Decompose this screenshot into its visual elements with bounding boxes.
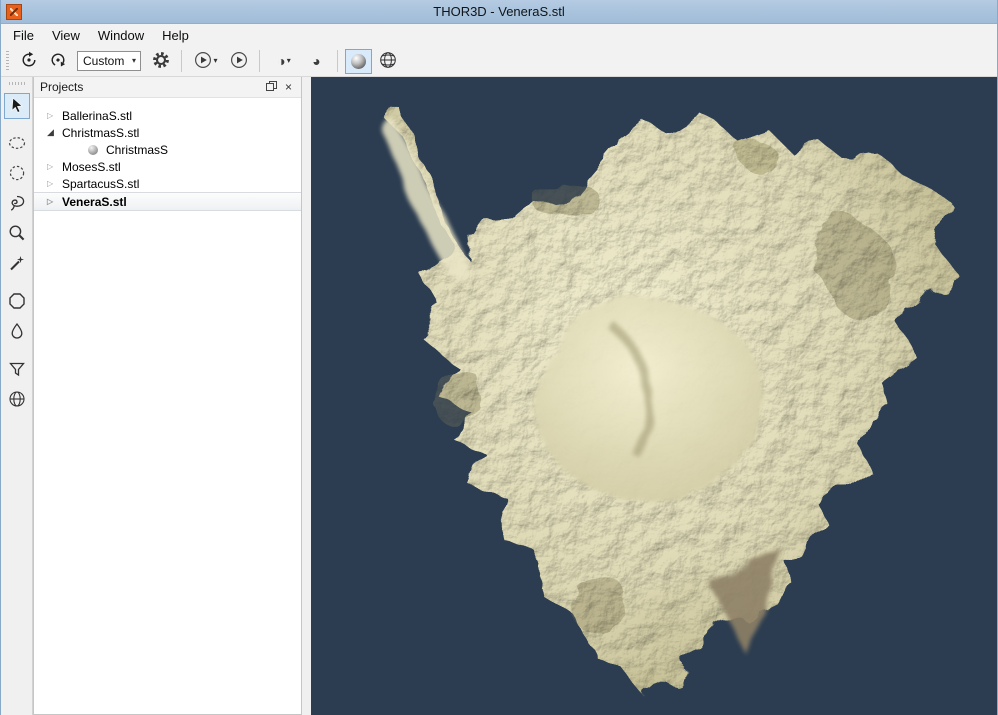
toolbar-separator bbox=[181, 50, 182, 72]
wand-icon bbox=[7, 253, 27, 276]
play-circle-icon bbox=[194, 51, 212, 72]
select-cursor-button[interactable] bbox=[4, 93, 30, 119]
viewport-3d[interactable] bbox=[311, 77, 997, 715]
projects-panel: Projects × ▷ BallerinaS.stl ◢ bbox=[33, 77, 302, 715]
chevron-down-icon: ▾ bbox=[287, 57, 291, 65]
tree-item-label: SpartacusS.stl bbox=[60, 177, 139, 191]
tree-item-label: MosesS.stl bbox=[60, 160, 121, 174]
tree-item-christmass-scan[interactable]: ChristmasS bbox=[34, 141, 301, 158]
close-icon: × bbox=[285, 80, 292, 94]
tree-item-label: BallerinaS.stl bbox=[60, 109, 132, 123]
tree-item-label: VeneraS.stl bbox=[60, 195, 127, 209]
droplet-icon bbox=[7, 321, 27, 344]
menu-window[interactable]: Window bbox=[89, 26, 153, 45]
venera-model bbox=[311, 77, 997, 715]
toolbar-separator bbox=[337, 50, 338, 72]
expand-arrow-icon[interactable]: ▷ bbox=[47, 162, 60, 171]
main-toolbar: Custom ▾ ▾ ◑ ▾ ◕ bbox=[1, 46, 997, 77]
toolbar-grip[interactable] bbox=[6, 51, 9, 71]
side-toolbar-grip[interactable] bbox=[9, 82, 25, 85]
lasso-icon bbox=[7, 193, 27, 216]
chevron-down-icon: ▾ bbox=[128, 57, 140, 65]
ellipse-selection-button[interactable] bbox=[4, 131, 30, 157]
ellipse-select-icon bbox=[7, 133, 27, 156]
tree-item-ballerinas[interactable]: ▷ BallerinaS.stl bbox=[34, 107, 301, 124]
expand-arrow-icon[interactable]: ▷ bbox=[47, 179, 60, 188]
zoom-button[interactable] bbox=[4, 221, 30, 247]
circle-selection-button[interactable] bbox=[4, 161, 30, 187]
play-circle-icon bbox=[230, 51, 248, 72]
tree-item-spartacuss[interactable]: ▷ SpartacusS.stl bbox=[34, 175, 301, 192]
view-preset-value: Custom bbox=[83, 54, 124, 68]
magnifier-icon bbox=[7, 223, 27, 246]
toolbar-separator bbox=[259, 50, 260, 72]
globe-button[interactable] bbox=[4, 387, 30, 413]
tree-item-label: ChristmasS bbox=[104, 143, 168, 157]
panel-splitter[interactable] bbox=[302, 77, 311, 715]
wireframe-shading-button[interactable] bbox=[374, 49, 401, 74]
projects-panel-header[interactable]: Projects × bbox=[34, 77, 301, 98]
three-quarter-circle-icon: ◕ bbox=[312, 54, 320, 68]
tree-item-mosess[interactable]: ▷ MosesS.stl bbox=[34, 158, 301, 175]
view-preset-dropdown[interactable]: Custom ▾ bbox=[77, 51, 141, 71]
render-mode-button[interactable]: ◕ bbox=[303, 49, 330, 74]
float-panel-button[interactable] bbox=[263, 80, 280, 95]
half-circle-icon: ◑ bbox=[277, 54, 285, 68]
menu-help[interactable]: Help bbox=[153, 26, 198, 45]
menu-view[interactable]: View bbox=[43, 26, 89, 45]
chevron-down-icon: ▾ bbox=[213, 57, 217, 65]
funnel-icon bbox=[7, 359, 27, 382]
wireframe-globe-icon bbox=[379, 51, 397, 72]
window-title: THOR3D - VeneraS.stl bbox=[1, 4, 997, 19]
circle-select-icon bbox=[7, 163, 27, 186]
solid-shading-button[interactable] bbox=[345, 49, 372, 74]
menu-bar: File View Window Help bbox=[1, 24, 997, 46]
rotate-ccw-icon bbox=[20, 51, 38, 72]
expand-arrow-icon[interactable]: ▷ bbox=[47, 197, 60, 206]
rotate-down-icon bbox=[49, 51, 67, 72]
side-toolbar bbox=[1, 77, 33, 715]
settings-button[interactable] bbox=[147, 49, 174, 74]
projects-panel-title: Projects bbox=[40, 80, 83, 94]
scan-sphere-icon bbox=[88, 145, 98, 155]
title-bar: THOR3D - VeneraS.stl bbox=[1, 0, 997, 24]
collapse-arrow-icon[interactable]: ◢ bbox=[47, 127, 60, 138]
play-button[interactable] bbox=[225, 49, 252, 74]
shaded-sphere-icon bbox=[351, 54, 366, 69]
globe-icon bbox=[7, 389, 27, 412]
app-window: THOR3D - VeneraS.stl File View Window He… bbox=[0, 0, 998, 715]
play-options-button[interactable]: ▾ bbox=[189, 49, 223, 74]
main-area: Projects × ▷ BallerinaS.stl ◢ bbox=[1, 77, 997, 715]
render-mode-options-button[interactable]: ◑ ▾ bbox=[267, 49, 301, 74]
rotate-view-down-button[interactable] bbox=[44, 49, 71, 74]
tree-item-veneras[interactable]: ▷ VeneraS.stl bbox=[34, 192, 301, 211]
menu-file[interactable]: File bbox=[4, 26, 43, 45]
funnel-filter-button[interactable] bbox=[4, 357, 30, 383]
expand-arrow-icon[interactable]: ▷ bbox=[47, 111, 60, 120]
gear-icon bbox=[152, 51, 170, 72]
droplet-button[interactable] bbox=[4, 319, 30, 345]
tree-item-christmass[interactable]: ◢ ChristmasS.stl bbox=[34, 124, 301, 141]
float-icon bbox=[266, 80, 277, 94]
octagon-icon bbox=[7, 291, 27, 314]
rotate-view-ccw-button[interactable] bbox=[15, 49, 42, 74]
app-icon[interactable] bbox=[6, 4, 22, 20]
projects-tree: ▷ BallerinaS.stl ◢ ChristmasS.stl Christ… bbox=[34, 98, 301, 714]
close-panel-button[interactable]: × bbox=[280, 80, 297, 95]
tree-item-label: ChristmasS.stl bbox=[60, 126, 139, 140]
magic-wand-button[interactable] bbox=[4, 251, 30, 277]
cursor-icon bbox=[7, 95, 27, 118]
polygon-selection-button[interactable] bbox=[4, 289, 30, 315]
lasso-selection-button[interactable] bbox=[4, 191, 30, 217]
